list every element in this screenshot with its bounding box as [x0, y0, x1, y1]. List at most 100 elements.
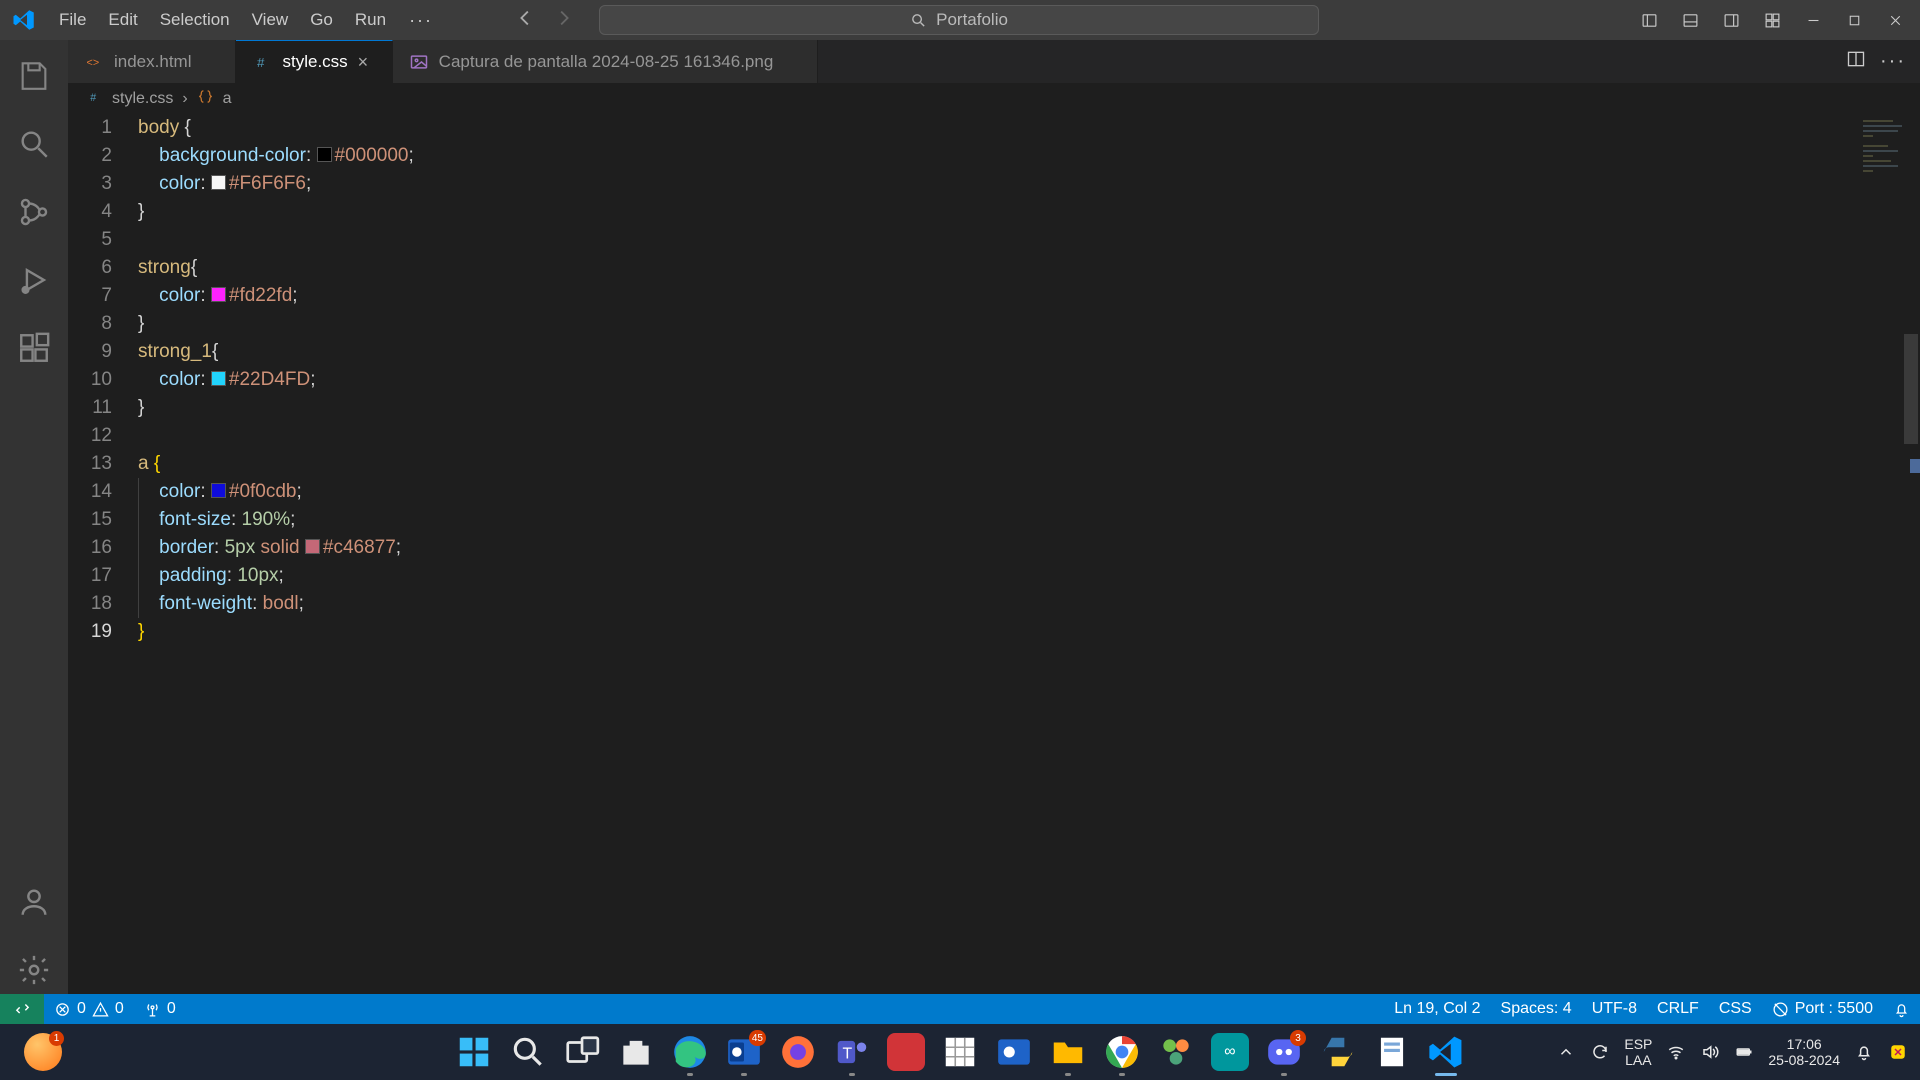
tray-notifications-icon[interactable]: [1854, 1042, 1874, 1062]
code-editor[interactable]: 12345678910111213141516171819 body { bac…: [68, 114, 1920, 994]
editor-tabs: <> index.html × # style.css × Captura de…: [68, 40, 1920, 84]
window-close-icon[interactable]: [1878, 3, 1912, 37]
status-cursor-position[interactable]: Ln 19, Col 2: [1384, 994, 1490, 1024]
tab-actions-more[interactable]: ···: [1880, 50, 1906, 73]
status-live-server[interactable]: Port : 5500: [1762, 994, 1883, 1024]
windows-taskbar: 45 T ∞ 3 ESP LAA 17:06 25-08-2024: [0, 1024, 1920, 1080]
css-file-icon: #: [86, 88, 103, 110]
tray-copilot-icon[interactable]: [1888, 1042, 1908, 1062]
taskbar-chrome-icon[interactable]: [1103, 1033, 1141, 1071]
nav-forward-icon[interactable]: [552, 7, 574, 34]
activity-extensions-icon[interactable]: [10, 324, 58, 372]
status-encoding[interactable]: UTF-8: [1582, 994, 1647, 1024]
taskbar-vscode-icon[interactable]: [1427, 1033, 1465, 1071]
broadcast-icon: [1772, 1001, 1789, 1018]
taskbar-app-grid-icon[interactable]: [941, 1033, 979, 1071]
tab-label: style.css: [282, 52, 347, 72]
activity-explorer-icon[interactable]: [10, 52, 58, 100]
activity-accounts-icon[interactable]: [10, 878, 58, 926]
tray-lang-2: LAA: [1625, 1052, 1651, 1068]
toggle-panel-icon[interactable]: [1673, 3, 1707, 37]
toggle-secondary-sidebar-icon[interactable]: [1714, 3, 1748, 37]
badge: 3: [1290, 1030, 1306, 1046]
taskbar-outlook2-icon[interactable]: [995, 1033, 1033, 1071]
tray-clock[interactable]: 17:06 25-08-2024: [1768, 1036, 1840, 1068]
code-content[interactable]: body { background-color: #000000; color:…: [138, 114, 1920, 994]
status-eol[interactable]: CRLF: [1647, 994, 1709, 1024]
command-center-text: Portafolio: [936, 10, 1008, 30]
svg-text:T: T: [843, 1045, 853, 1062]
tab-label: Captura de pantalla 2024-08-25 161346.pn…: [439, 52, 774, 72]
taskbar-widgets-icon[interactable]: [24, 1033, 62, 1071]
css-rule-icon: [197, 88, 214, 110]
status-indentation[interactable]: Spaces: 4: [1491, 994, 1582, 1024]
split-editor-icon[interactable]: [1846, 49, 1866, 74]
activity-source-control-icon[interactable]: [10, 188, 58, 236]
taskbar-python-icon[interactable]: [1319, 1033, 1357, 1071]
taskbar-app-doc-icon[interactable]: [1373, 1033, 1411, 1071]
toggle-primary-sidebar-icon[interactable]: [1632, 3, 1666, 37]
close-icon[interactable]: ×: [358, 52, 376, 73]
taskbar-edge-icon[interactable]: [671, 1033, 709, 1071]
taskbar-firefox-icon[interactable]: [779, 1033, 817, 1071]
activity-run-debug-icon[interactable]: [10, 256, 58, 304]
taskbar-arduino-icon[interactable]: ∞: [1211, 1033, 1249, 1071]
activity-search-icon[interactable]: [10, 120, 58, 168]
tray-input-language[interactable]: ESP LAA: [1624, 1036, 1652, 1068]
menu-file[interactable]: File: [48, 0, 97, 40]
command-center[interactable]: Portafolio: [599, 5, 1319, 35]
editor-area: <> index.html × # style.css × Captura de…: [68, 40, 1920, 994]
menu-run[interactable]: Run: [344, 0, 397, 40]
status-bar: 0 0 0 Ln 19, Col 2 Spaces: 4 UTF-8 CRLF …: [0, 994, 1920, 1024]
tray-wifi-icon[interactable]: [1666, 1042, 1686, 1062]
taskbar-file-explorer-icon[interactable]: [1049, 1033, 1087, 1071]
customize-layout-icon[interactable]: [1755, 3, 1789, 37]
status-notifications-icon[interactable]: [1883, 994, 1920, 1024]
tray-sync-icon[interactable]: [1590, 1042, 1610, 1062]
error-icon: [54, 1001, 71, 1018]
taskbar-store-icon[interactable]: [617, 1033, 655, 1071]
title-bar: File Edit Selection View Go Run ··· Port…: [0, 0, 1920, 40]
svg-text:<>: <>: [87, 57, 100, 69]
menu-more[interactable]: ···: [397, 10, 445, 31]
taskbar-outlook-icon[interactable]: 45: [725, 1033, 763, 1071]
taskbar-app-green-icon[interactable]: [1157, 1033, 1195, 1071]
status-problems[interactable]: 0 0: [44, 994, 134, 1024]
taskbar-discord-icon[interactable]: 3: [1265, 1033, 1303, 1071]
window-minimize-icon[interactable]: [1796, 3, 1830, 37]
taskbar-search-icon[interactable]: [509, 1033, 547, 1071]
status-warnings-count: 0: [115, 1000, 124, 1018]
breadcrumb-symbol: a: [223, 90, 232, 108]
tab-screenshot-png[interactable]: Captura de pantalla 2024-08-25 161346.pn…: [393, 40, 819, 83]
badge: 45: [749, 1030, 766, 1046]
status-ports[interactable]: 0: [134, 994, 186, 1024]
status-language-mode[interactable]: CSS: [1709, 994, 1762, 1024]
taskbar-app-red-icon[interactable]: [887, 1033, 925, 1071]
taskbar-taskview-icon[interactable]: [563, 1033, 601, 1071]
activity-settings-icon[interactable]: [10, 946, 58, 994]
overview-mark: [1910, 459, 1920, 473]
menu-selection[interactable]: Selection: [149, 0, 241, 40]
menu-edit[interactable]: Edit: [97, 0, 148, 40]
menu-go[interactable]: Go: [299, 0, 344, 40]
svg-text:#: #: [90, 92, 96, 104]
tab-style-css[interactable]: # style.css ×: [236, 40, 392, 83]
tray-date: 25-08-2024: [1768, 1052, 1840, 1068]
overview-ruler[interactable]: [1902, 114, 1920, 994]
tab-index-html[interactable]: <> index.html ×: [68, 40, 236, 83]
tab-label: index.html: [114, 52, 191, 72]
window-maximize-icon[interactable]: [1837, 3, 1871, 37]
image-file-icon: [409, 52, 429, 72]
scrollbar-thumb[interactable]: [1904, 334, 1918, 444]
nav-back-icon[interactable]: [515, 7, 537, 34]
taskbar-teams-icon[interactable]: T: [833, 1033, 871, 1071]
remote-indicator[interactable]: [0, 994, 44, 1024]
css-file-icon: #: [252, 52, 272, 72]
tray-chevron-up-icon[interactable]: [1556, 1042, 1576, 1062]
breadcrumb[interactable]: # style.css › a: [68, 84, 1920, 114]
menu-view[interactable]: View: [241, 0, 300, 40]
tray-lang-1: ESP: [1624, 1036, 1652, 1052]
tray-battery-icon[interactable]: [1734, 1042, 1754, 1062]
tray-volume-icon[interactable]: [1700, 1042, 1720, 1062]
taskbar-start-icon[interactable]: [455, 1033, 493, 1071]
